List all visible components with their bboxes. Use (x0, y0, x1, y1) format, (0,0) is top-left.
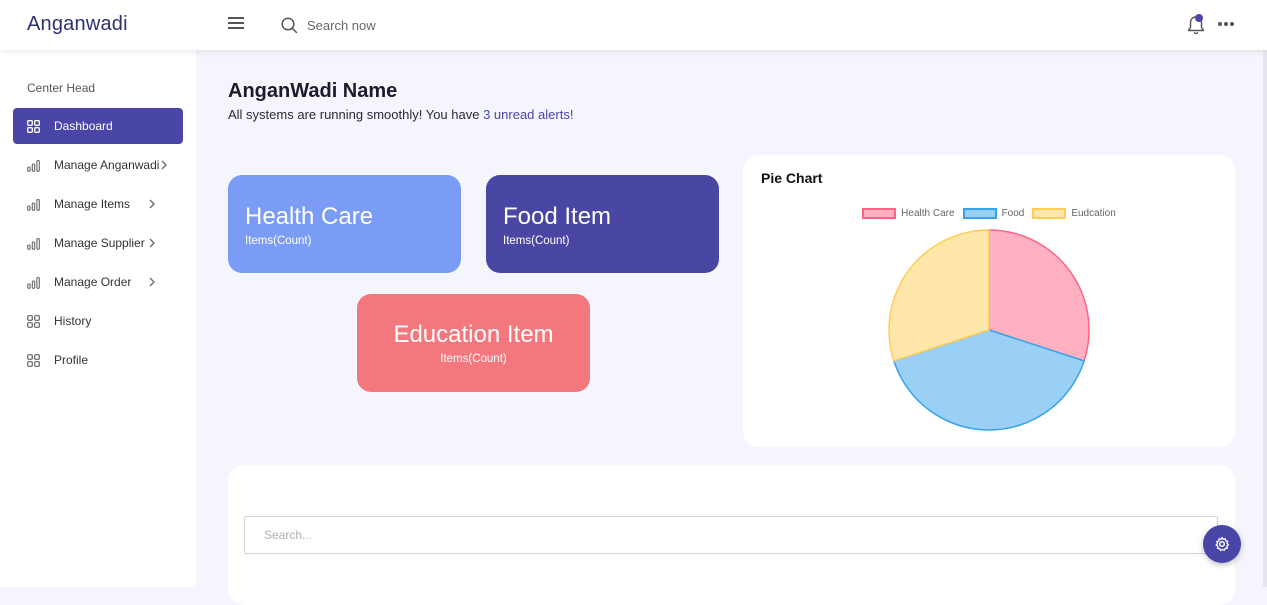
table-panel (228, 465, 1235, 605)
search-input[interactable] (307, 17, 507, 33)
brand-logo[interactable]: Anganwadi (27, 13, 128, 36)
settings-button[interactable] (1203, 525, 1241, 563)
sidebar-item-label: Manage Items (54, 197, 131, 211)
sidebar-item-manage-anganwadi[interactable]: Manage Anganwadi (13, 147, 183, 183)
legend-label: Food (1001, 208, 1025, 219)
top-search (281, 15, 507, 35)
card-title: Health Care (245, 203, 374, 230)
bar-chart-icon (27, 237, 40, 250)
chevron-right-icon (149, 199, 155, 209)
bar-chart-icon (27, 159, 40, 172)
legend-item-food[interactable]: Food (962, 208, 1025, 219)
legend-swatch (862, 208, 897, 219)
scrollbar[interactable] (1263, 50, 1267, 587)
card-subtitle: Items(Count) (245, 235, 312, 247)
card-subtitle: Items(Count) (503, 235, 570, 247)
sidebar-item-label: Profile (54, 353, 89, 367)
sidebar-item-manage-supplier[interactable]: Manage Supplier (13, 225, 183, 261)
sidebar-item-label: Manage Order (54, 275, 132, 289)
sidebar-item-history[interactable]: History (13, 303, 183, 339)
more-icon[interactable] (1218, 22, 1234, 26)
sidebar-item-label: Manage Supplier (54, 236, 145, 250)
sidebar-section-title: Center Head (27, 81, 96, 95)
chevron-right-icon (161, 160, 167, 170)
sidebar-item-dashboard[interactable]: Dashboard (13, 108, 183, 144)
legend-swatch (1032, 208, 1067, 219)
gear-icon (1215, 536, 1230, 552)
legend-item-education[interactable]: Eudcation (1032, 208, 1116, 219)
menu-icon[interactable] (228, 17, 244, 33)
sidebar-item-manage-items[interactable]: Manage Items (13, 186, 183, 222)
bar-chart-icon (27, 198, 40, 211)
food-item-card[interactable]: Food Item Items(Count) (486, 175, 719, 273)
legend-item-health-care[interactable]: Health Care (862, 208, 955, 219)
education-item-card[interactable]: Education Item Items(Count) (357, 294, 590, 392)
pie-chart-panel: Pie Chart Health Care Food Eudcation (743, 155, 1235, 447)
sidebar-item-label: Manage Anganwadi (54, 158, 160, 172)
legend-label: Eudcation (1071, 208, 1116, 219)
card-title: Food Item (503, 203, 612, 230)
subtitle-text: All systems are running smoothly! You ha… (228, 107, 484, 122)
chart-legend: Health Care Food Eudcation (743, 208, 1235, 219)
grid-icon (27, 353, 40, 367)
grid-icon (27, 314, 40, 328)
legend-label: Health Care (901, 208, 955, 219)
notification-dot (1195, 14, 1203, 22)
grid-icon (27, 119, 40, 133)
card-title: Education Item (393, 321, 554, 348)
chevron-right-icon (149, 277, 155, 287)
alerts-link[interactable]: 3 unread alerts! (483, 107, 573, 122)
chevron-right-icon (149, 238, 155, 248)
sidebar-item-manage-order[interactable]: Manage Order (13, 264, 183, 300)
sidebar-item-profile[interactable]: Profile (13, 342, 183, 378)
legend-swatch (962, 208, 997, 219)
pie-chart (888, 229, 1090, 431)
card-subtitle: Items(Count) (440, 353, 507, 365)
top-bar: Anganwadi (0, 0, 1267, 50)
sidebar-item-label: History (54, 314, 92, 328)
table-search-input[interactable] (244, 516, 1218, 554)
page-title: AnganWadi Name (228, 80, 398, 102)
chart-title: Pie Chart (761, 170, 823, 186)
sidebar-item-label: Dashboard (54, 119, 113, 133)
search-icon (281, 16, 298, 33)
bar-chart-icon (27, 276, 40, 289)
sidebar: Center Head Dashboard Manage Anganwadi M… (0, 50, 196, 587)
page-subtitle: All systems are running smoothly! You ha… (228, 107, 573, 122)
health-care-card[interactable]: Health Care Items(Count) (228, 175, 461, 273)
